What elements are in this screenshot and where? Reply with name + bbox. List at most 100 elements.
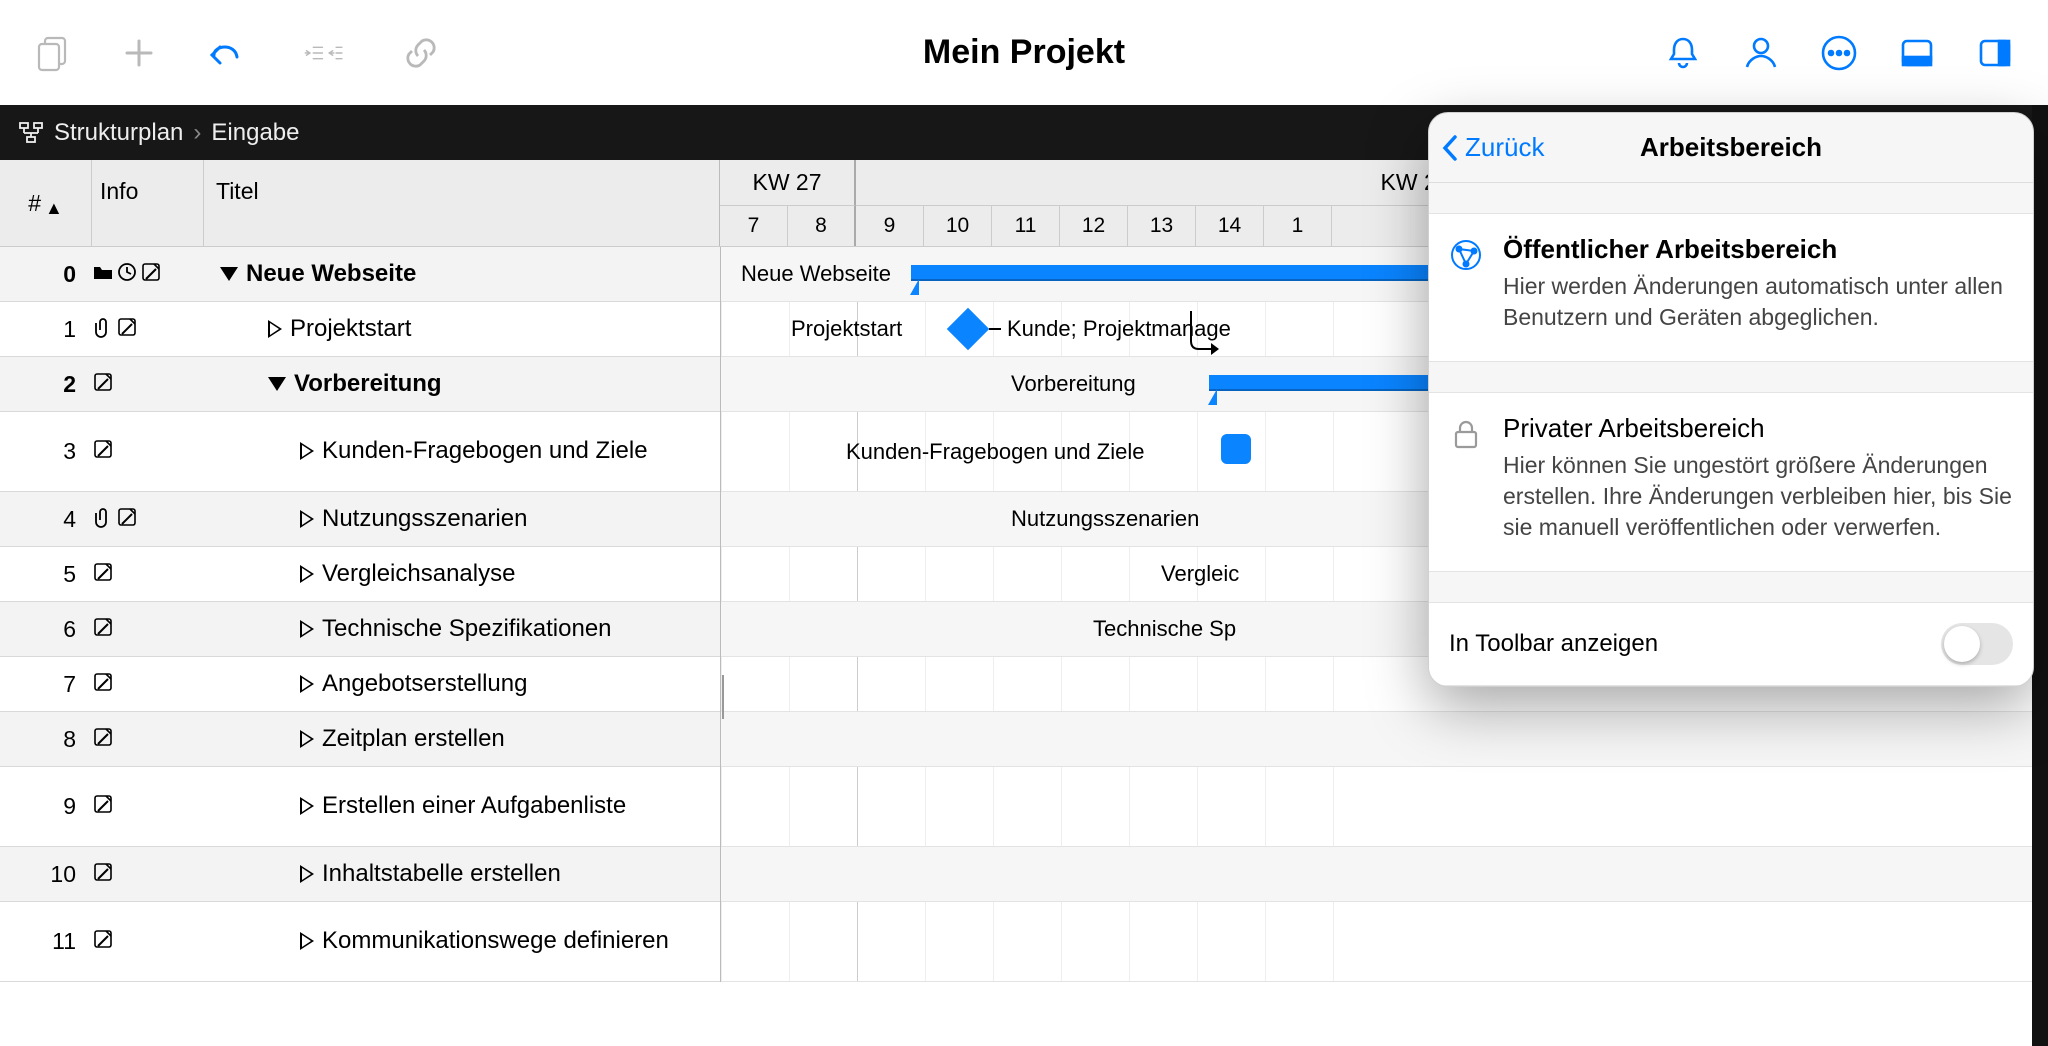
lock-icon xyxy=(1449,413,1483,543)
gantt-row xyxy=(721,712,2048,767)
day-label: 13 xyxy=(1128,206,1196,246)
option-title: Privater Arbeitsbereich xyxy=(1503,413,2013,444)
row-title: Technische Spezifikationen xyxy=(204,603,720,656)
row-number: 9 xyxy=(0,793,92,820)
note-icon xyxy=(92,561,114,588)
expand-icon[interactable] xyxy=(300,620,314,638)
note-icon xyxy=(92,726,114,753)
gantt-milestone[interactable] xyxy=(947,308,989,350)
panel-right-icon[interactable] xyxy=(1972,30,2018,76)
outline-row[interactable]: 3Kunden-Fragebogen und Ziele xyxy=(0,412,720,492)
sort-asc-icon: ▲ xyxy=(45,198,63,219)
add-icon[interactable] xyxy=(116,30,162,76)
expand-icon[interactable] xyxy=(300,730,314,748)
gantt-label: Projektstart xyxy=(791,316,902,342)
hierarchy-icon xyxy=(18,120,44,146)
expand-icon[interactable] xyxy=(300,442,314,460)
row-info xyxy=(92,261,204,288)
note-icon xyxy=(116,316,138,343)
option-desc: Hier werden Änderungen automatisch unter… xyxy=(1503,271,2013,333)
row-title: Inhaltstabelle erstellen xyxy=(204,848,720,901)
row-info xyxy=(92,861,204,888)
row-info xyxy=(92,671,204,698)
expand-icon[interactable] xyxy=(300,675,314,693)
note-icon xyxy=(92,438,114,465)
day-label: 12 xyxy=(1060,206,1128,246)
outline-row[interactable]: 9 Erstellen einer Aufgabenliste xyxy=(0,767,720,847)
indent-icon[interactable] xyxy=(288,30,358,76)
row-info xyxy=(92,726,204,753)
row-info xyxy=(92,616,204,643)
outline-row[interactable]: 4Nutzungsszenarien xyxy=(0,492,720,547)
expand-icon[interactable] xyxy=(300,510,314,528)
breadcrumb-view: Strukturplan xyxy=(54,119,183,147)
column-resize-handle[interactable] xyxy=(720,667,727,727)
col-info[interactable]: Info xyxy=(92,160,204,246)
row-number: 10 xyxy=(0,861,92,888)
row-title: Projektstart xyxy=(204,303,720,356)
option-public-workspace[interactable]: Öffentlicher Arbeitsbereich Hier werden … xyxy=(1429,213,2033,362)
undo-icon[interactable] xyxy=(202,30,248,76)
note-icon xyxy=(92,928,114,955)
expand-icon[interactable] xyxy=(268,320,282,338)
note-icon xyxy=(92,861,114,888)
outline-row[interactable]: 5Vergleichsanalyse xyxy=(0,547,720,602)
day-label: 1 xyxy=(1264,206,1332,246)
collapse-icon[interactable] xyxy=(220,267,238,281)
expand-icon[interactable] xyxy=(300,797,314,815)
clip-icon xyxy=(92,316,114,343)
row-title: Erstellen einer Aufgabenliste xyxy=(204,780,720,833)
day-label: 7 xyxy=(720,206,788,246)
show-in-toolbar-row[interactable]: In Toolbar anzeigen xyxy=(1429,602,2033,686)
row-number: 1 xyxy=(0,316,92,343)
note-icon xyxy=(92,793,114,820)
row-title: Vergleichsanalyse xyxy=(204,548,720,601)
row-number: 8 xyxy=(0,726,92,753)
outline-row[interactable]: 1 Projektstart xyxy=(0,302,720,357)
row-number: 2 xyxy=(0,371,92,398)
toolbar: Mein Projekt xyxy=(0,0,2048,105)
right-edge xyxy=(2032,105,2048,1046)
gantt-label: Technische Sp xyxy=(1093,616,1236,642)
outline-row[interactable]: 10 Inhaltstabelle erstellen xyxy=(0,847,720,902)
row-info xyxy=(92,438,204,465)
link-icon[interactable] xyxy=(398,30,444,76)
bell-icon[interactable] xyxy=(1660,30,1706,76)
folder-icon xyxy=(92,261,114,288)
row-info xyxy=(92,928,204,955)
collapse-icon[interactable] xyxy=(268,377,286,391)
gantt-task-bar[interactable] xyxy=(1221,434,1251,464)
panel-bottom-icon[interactable] xyxy=(1894,30,1940,76)
outline-row[interactable]: 11 Kommunikationswege definieren xyxy=(0,902,720,982)
breadcrumb-mode: Eingabe xyxy=(211,119,299,147)
clock-icon xyxy=(116,261,138,288)
option-desc: Hier können Sie ungestört größere Änderu… xyxy=(1503,450,2013,543)
row-info xyxy=(92,316,204,343)
outline-row[interactable]: 7Angebotserstellung xyxy=(0,657,720,712)
day-label: 9 xyxy=(856,206,924,246)
option-private-workspace[interactable]: Privater Arbeitsbereich Hier können Sie … xyxy=(1429,392,2033,572)
col-title[interactable]: Titel xyxy=(204,160,719,246)
outline-row[interactable]: 0Neue Webseite xyxy=(0,247,720,302)
outline-row[interactable]: 2 Vorbereitung xyxy=(0,357,720,412)
more-icon[interactable] xyxy=(1816,30,1862,76)
row-number: 7 xyxy=(0,671,92,698)
toggle-switch[interactable] xyxy=(1941,623,2013,665)
gantt-label: Vorbereitung xyxy=(1011,371,1136,397)
gantt-label: Nutzungsszenarien xyxy=(1011,506,1199,532)
row-number: 11 xyxy=(0,928,92,955)
col-number[interactable]: # ▲ xyxy=(0,160,92,246)
row-title: Vorbereitung xyxy=(204,358,720,411)
person-icon[interactable] xyxy=(1738,30,1784,76)
gantt-label: Kunden-Fragebogen und Ziele xyxy=(846,439,1144,465)
outline-row[interactable]: 8Zeitplan erstellen xyxy=(0,712,720,767)
expand-icon[interactable] xyxy=(300,565,314,583)
documents-icon[interactable] xyxy=(30,30,76,76)
outline-row[interactable]: 6 Technische Spezifikationen xyxy=(0,602,720,657)
expand-icon[interactable] xyxy=(300,932,314,950)
row-number: 3 xyxy=(0,438,92,465)
row-title: Kommunikationswege definieren xyxy=(204,915,720,968)
row-number: 6 xyxy=(0,616,92,643)
expand-icon[interactable] xyxy=(300,865,314,883)
day-label: 10 xyxy=(924,206,992,246)
